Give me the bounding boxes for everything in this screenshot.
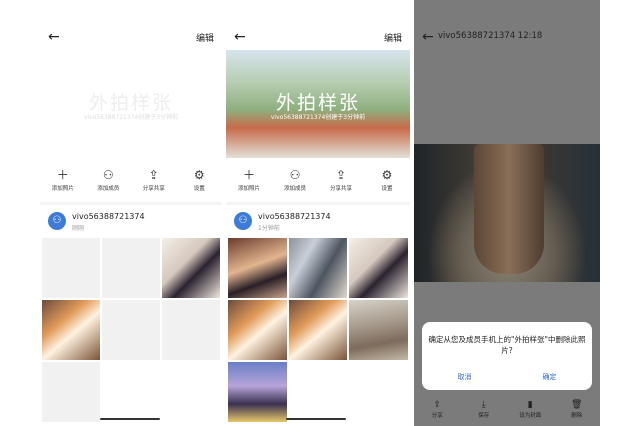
person-icon: ⚇ <box>289 168 301 182</box>
divider <box>226 202 410 205</box>
album-screen-filled: ← 编辑 外拍样张 vivo56388721374创建于3分钟前 ＋ 添加照片 … <box>226 0 410 426</box>
add-member-button[interactable]: ⚇ 添加成员 <box>88 168 128 196</box>
delete-confirm-dialog: 确定从您及成员手机上的"外拍样张"中删除此照片? 取消 确定 <box>422 322 592 390</box>
photo-thumbnail[interactable] <box>42 300 100 360</box>
photo-grid <box>228 238 408 422</box>
user-name: vivo56388721374 <box>72 212 145 221</box>
plus-icon: ＋ <box>242 168 255 182</box>
share-button[interactable]: ⇪ 分享共享 <box>134 168 174 196</box>
gear-icon: ⚙ <box>381 168 393 182</box>
back-arrow-icon[interactable]: ← <box>48 28 60 46</box>
edit-button[interactable]: 编辑 <box>384 31 402 44</box>
back-arrow-icon[interactable]: ← <box>234 28 246 46</box>
post-header: ⚇ vivo56388721374 1分钟前 <box>234 210 410 234</box>
album-title: 外拍样张 <box>88 92 173 114</box>
photo-preview[interactable] <box>414 144 600 282</box>
album-cover[interactable]: 外拍样张 vivo56388721374创建于3分钟前 <box>226 50 410 158</box>
edit-button[interactable]: 编辑 <box>196 31 214 44</box>
divider <box>40 202 222 205</box>
trash-icon: 🗑 <box>571 400 583 410</box>
share-button[interactable]: ⇪ 分享共享 <box>321 168 361 196</box>
download-icon: ⤓ <box>481 400 486 410</box>
photo-placeholder <box>42 238 100 298</box>
user-icon[interactable]: ⚇ <box>234 212 252 230</box>
photo-placeholder <box>42 362 100 422</box>
confirm-button[interactable]: 确定 <box>507 372 592 382</box>
album-subtitle: vivo56388721374创建于3分钟前 <box>270 114 366 121</box>
gear-icon: ⚙ <box>193 168 205 182</box>
photo-placeholder <box>102 238 160 298</box>
photo-thumbnail[interactable] <box>288 238 348 298</box>
album-actions: ＋ 添加照片 ⚇ 添加成员 ⇪ 分享共享 ⚙ 设置 <box>226 168 410 196</box>
album-cover[interactable]: 外拍样张 vivo56388721374创建于3分钟前 <box>40 50 222 158</box>
share-icon: ⇪ <box>433 400 442 410</box>
add-photo-button[interactable]: ＋ 添加照片 <box>43 168 83 196</box>
plus-icon: ＋ <box>56 168 69 182</box>
top-bar: ← vivo56388721374 12:18 <box>414 28 600 48</box>
set-cover-action[interactable]: ▮ 设为封面 <box>512 400 548 420</box>
photo-subject <box>474 144 544 274</box>
home-indicator <box>100 418 160 420</box>
photo-thumbnail[interactable] <box>228 238 287 298</box>
save-action[interactable]: ⤓ 保存 <box>466 400 502 420</box>
back-arrow-icon[interactable]: ← <box>422 28 434 46</box>
share-icon: ⇪ <box>148 168 159 182</box>
photo-thumbnail[interactable] <box>349 238 408 298</box>
post-time: 刚刚 <box>72 225 85 232</box>
photo-placeholder <box>162 300 220 360</box>
settings-button[interactable]: ⚙ 设置 <box>367 168 407 196</box>
photo-placeholder <box>102 300 160 360</box>
photo-grid <box>42 238 220 422</box>
settings-button[interactable]: ⚙ 设置 <box>179 168 219 196</box>
person-icon: ⚇ <box>102 168 114 182</box>
album-title: 外拍样张 <box>275 92 360 114</box>
photo-title: vivo56388721374 12:18 <box>438 31 543 41</box>
delete-action[interactable]: 🗑 删除 <box>559 400 595 420</box>
post-time: 1分钟前 <box>258 225 280 232</box>
share-action[interactable]: ⇪ 分享 <box>419 400 455 420</box>
user-name: vivo56388721374 <box>258 212 331 221</box>
album-actions: ＋ 添加照片 ⚇ 添加成员 ⇪ 分享共享 ⚙ 设置 <box>40 168 222 196</box>
add-photo-button[interactable]: ＋ 添加照片 <box>229 168 269 196</box>
album-screen-empty: ← 编辑 外拍样张 vivo56388721374创建于3分钟前 ＋ 添加照片 … <box>40 0 222 426</box>
share-icon: ⇪ <box>335 168 347 182</box>
add-member-button[interactable]: ⚇ 添加成员 <box>275 168 315 196</box>
cancel-button[interactable]: 取消 <box>422 372 507 382</box>
photo-thumbnail[interactable] <box>228 362 287 422</box>
photo-thumbnail[interactable] <box>228 300 287 360</box>
bottom-toolbar: ⇪ 分享 ⤓ 保存 ▮ 设为封面 🗑 删除 <box>414 400 600 420</box>
top-bar: ← 编辑 <box>40 28 222 48</box>
photo-viewer-screen: ← vivo56388721374 12:18 确定从您及成员手机上的"外拍样张… <box>414 0 600 426</box>
photo-thumbnail[interactable] <box>162 238 220 298</box>
post-header: ⚇ vivo56388721374 刚刚 <box>48 210 222 234</box>
photo-thumbnail[interactable] <box>349 300 408 360</box>
home-indicator <box>286 418 346 420</box>
top-bar: ← 编辑 <box>226 28 410 48</box>
bookmark-icon: ▮ <box>527 400 533 410</box>
dialog-message: 确定从您及成员手机上的"外拍样张"中删除此照片? <box>428 335 586 355</box>
user-icon[interactable]: ⚇ <box>48 212 66 230</box>
photo-thumbnail[interactable] <box>288 300 348 360</box>
album-subtitle: vivo56388721374创建于3分钟前 <box>83 114 179 121</box>
dialog-buttons: 取消 确定 <box>422 372 592 386</box>
